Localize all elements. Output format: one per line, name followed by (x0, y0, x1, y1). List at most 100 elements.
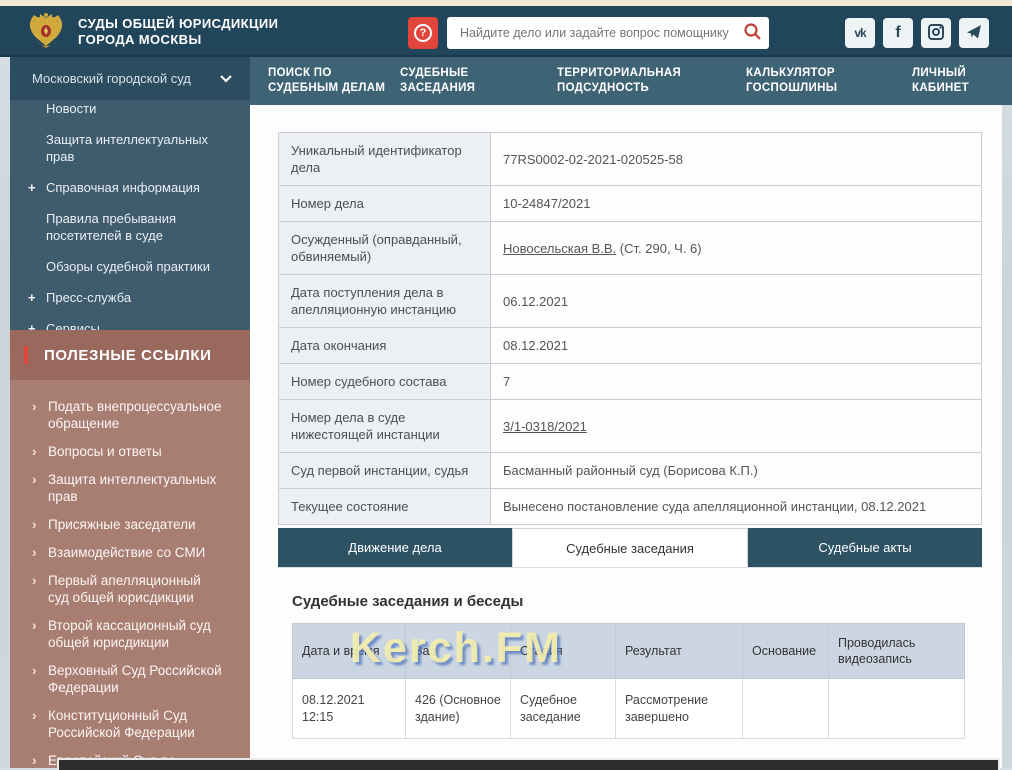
table-row: 08.12.2021 12:15 426 (Основное здание) С… (293, 679, 965, 739)
defendant-link[interactable]: Новосельская В.В. (503, 241, 616, 256)
detail-label: Текущее состояние (279, 489, 491, 525)
link-ip-protection[interactable]: › Защита интеллектуальных прав (10, 471, 250, 505)
useful-links-title: ПОЛЕЗНЫЕ ССЫЛКИ (44, 347, 212, 364)
link-media-interaction[interactable]: › Взаимодействие со СМИ (10, 544, 250, 561)
nav-item-fee-calculator[interactable]: КАЛЬКУЛЯТОР ГОСПОШЛИНЫ (746, 66, 856, 96)
detail-label: Дата поступления дела в апелляционную ин… (279, 275, 491, 328)
case-details-table: Уникальный идентификатор дела 77RS0002-0… (278, 132, 982, 525)
main-content: Уникальный идентификатор дела 77RS0002-0… (250, 105, 1002, 768)
social-buttons: vk f (845, 18, 989, 48)
vk-icon: vk (854, 26, 865, 40)
arrow-bullet-icon: › (32, 662, 48, 696)
search-button[interactable] (735, 17, 769, 49)
tab-case-movement[interactable]: Движение дела (278, 528, 512, 567)
table-row: Дата поступления дела в апелляционную ин… (279, 275, 982, 328)
case-tabs: Движение дела Судебные заседания Судебны… (278, 528, 982, 568)
detail-label: Дата окончания (279, 328, 491, 364)
search-input[interactable] (447, 26, 735, 40)
nav-item-case-search[interactable]: ПОИСК ПО СУДЕБНЫМ ДЕЛАМ (268, 66, 386, 96)
expand-plus-icon: + (28, 179, 46, 196)
arrow-bullet-icon: › (32, 544, 48, 561)
bottom-overlay-bar (57, 758, 1000, 770)
vk-button[interactable]: vk (845, 18, 875, 48)
sidebar-item-news[interactable]: Новости (10, 100, 250, 124)
facebook-icon: f (895, 24, 900, 42)
arrow-bullet-icon: › (32, 572, 48, 606)
sidebar-item-visitor-rules[interactable]: Правила пребывания посетителей в суде (10, 203, 250, 251)
instagram-button[interactable] (921, 18, 951, 48)
link-jurors[interactable]: › Присяжные заседатели (10, 516, 250, 533)
search-icon (743, 22, 762, 44)
table-row: Осужденный (оправданный, обвиняемый) Нов… (279, 222, 982, 275)
sessions-table: Дата и время Зал Стадия Результат Основа… (292, 623, 965, 739)
link-questions-answers[interactable]: › Вопросы и ответы (10, 443, 250, 460)
table-row: Дата окончания 08.12.2021 (279, 328, 982, 364)
detail-label: Осужденный (оправданный, обвиняемый) (279, 222, 491, 275)
detail-value: 7 (491, 364, 982, 400)
link-extra-procedural-appeal[interactable]: › Подать внепроцессуальное обращение (10, 398, 250, 432)
expand-plus (28, 131, 46, 165)
court-selector-label: Московский городской суд (32, 71, 220, 86)
session-basis (743, 679, 829, 739)
session-stage: Судебное заседание (511, 679, 616, 739)
tab-court-sessions[interactable]: Судебные заседания (512, 528, 748, 567)
arrow-bullet-icon: › (32, 707, 48, 741)
main-nav: Московский городской суд ПОИСК ПО СУДЕБН… (10, 57, 1012, 105)
lower-court-case-link[interactable]: 3/1-0318/2021 (503, 419, 587, 434)
session-datetime: 08.12.2021 12:15 (293, 679, 406, 739)
app-header: СУДЫ ОБЩЕЙ ЮРИСДИКЦИИ ГОРОДА МОСКВЫ ? vk… (0, 6, 1012, 57)
detail-value: Новосельская В.В. (Ст. 290, Ч. 6) (491, 222, 982, 275)
court-selector-dropdown[interactable]: Московский городской суд (10, 57, 250, 100)
nav-item-personal-account[interactable]: ЛИЧНЫЙ КАБИНЕТ (912, 66, 992, 96)
expand-plus (28, 210, 46, 244)
detail-label: Номер судебного состава (279, 364, 491, 400)
tab-court-acts[interactable]: Судебные акты (748, 528, 982, 567)
link-constitutional-court[interactable]: › Конституционный Суд Российской Федерац… (10, 707, 250, 741)
table-row: Текущее состояние Вынесено постановление… (279, 489, 982, 525)
link-supreme-court[interactable]: › Верховный Суд Российской Федерации (10, 662, 250, 696)
question-icon: ? (414, 24, 432, 42)
table-row: Уникальный идентификатор дела 77RS0002-0… (279, 133, 982, 186)
sessions-heading: Судебные заседания и беседы (292, 593, 523, 610)
facebook-button[interactable]: f (883, 18, 913, 48)
detail-label: Номер дела в суде нижестоящей инстанции (279, 400, 491, 453)
link-first-appellate-court[interactable]: › Первый апелляционный суд общей юрисдик… (10, 572, 250, 606)
red-accent-bar (24, 346, 28, 364)
sidebar-menu: Новости Защита интеллектуальных прав + С… (10, 100, 250, 330)
sidebar-item-practice-reviews[interactable]: Обзоры судебной практики (10, 251, 250, 282)
search-bar (447, 17, 769, 49)
detail-value: 10-24847/2021 (491, 186, 982, 222)
arrow-bullet-icon: › (32, 516, 48, 533)
arrow-bullet-icon: › (32, 443, 48, 460)
expand-plus-icon: + (28, 320, 46, 330)
sidebar-item-ip-protection[interactable]: Защита интеллектуальных прав (10, 124, 250, 172)
site-title: СУДЫ ОБЩЕЙ ЮРИСДИКЦИИ ГОРОДА МОСКВЫ (78, 16, 278, 48)
session-room: 426 (Основное здание) (406, 679, 511, 739)
session-video (829, 679, 965, 739)
column-header: Стадия (511, 624, 616, 679)
arrow-bullet-icon: › (32, 617, 48, 651)
table-row: Номер дела в суде нижестоящей инстанции … (279, 400, 982, 453)
sidebar-item-press-service[interactable]: + Пресс-служба (10, 282, 250, 313)
coat-of-arms-logo (26, 12, 66, 52)
telegram-icon (966, 24, 982, 43)
useful-links-header: ПОЛЕЗНЫЕ ССЫЛКИ (10, 330, 250, 380)
detail-label: Номер дела (279, 186, 491, 222)
detail-value: Вынесено постановление суда апелляционно… (491, 489, 982, 525)
detail-value: Басманный районный суд (Борисова К.П.) (491, 453, 982, 489)
session-result: Рассмотрение завершено (616, 679, 743, 739)
column-header: Дата и время (293, 624, 406, 679)
link-second-cassation-court[interactable]: › Второй кассационный суд общей юрисдикц… (10, 617, 250, 651)
detail-value: 77RS0002-02-2021-020525-58 (491, 133, 982, 186)
sidebar-item-reference-info[interactable]: + Справочная информация (10, 172, 250, 203)
help-button[interactable]: ? (408, 17, 438, 49)
expand-plus (28, 100, 46, 117)
site-title-line1: СУДЫ ОБЩЕЙ ЮРИСДИКЦИИ (78, 16, 278, 32)
nav-item-court-sessions[interactable]: СУДЕБНЫЕ ЗАСЕДАНИЯ (400, 66, 492, 96)
column-header: Проводилась видеозапись (829, 624, 965, 679)
telegram-button[interactable] (959, 18, 989, 48)
detail-label: Уникальный идентификатор дела (279, 133, 491, 186)
nav-item-territorial-jurisdiction[interactable]: ТЕРРИТОРИАЛЬНАЯ ПОДСУДНОСТЬ (557, 66, 697, 96)
table-header-row: Дата и время Зал Стадия Результат Основа… (293, 624, 965, 679)
sidebar-item-services[interactable]: + Сервисы (10, 313, 250, 330)
